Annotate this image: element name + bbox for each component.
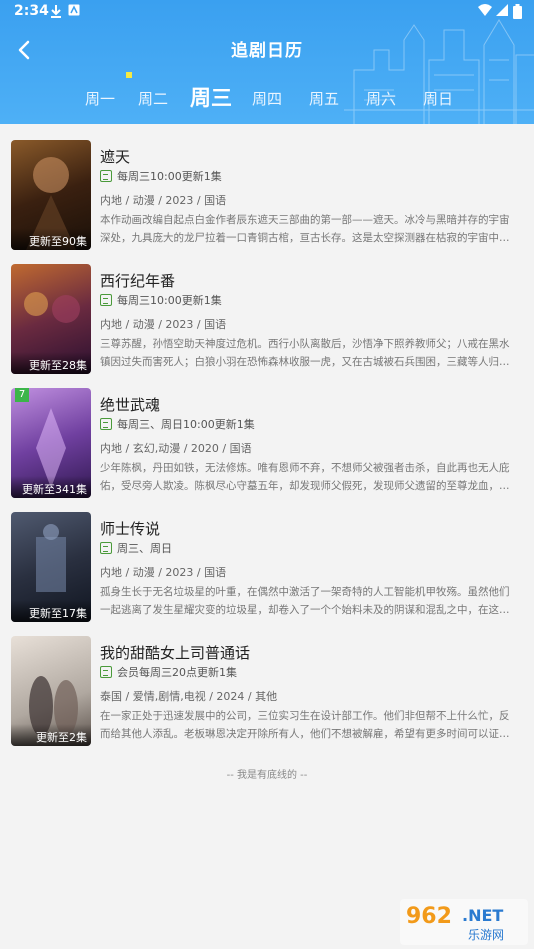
- calendar-icon: [100, 666, 112, 678]
- show-card[interactable]: 7 更新至341集 绝世武魂 每周三、周日10:00更新1集 内地 / 玄幻,动…: [0, 372, 534, 498]
- show-title: 遮天: [100, 148, 131, 166]
- svg-text:962: 962: [406, 904, 452, 929]
- tab-monday[interactable]: 周一: [78, 88, 122, 109]
- show-poster[interactable]: 更新至90集: [11, 140, 91, 250]
- show-title: 我的甜酷女上司普通话: [100, 644, 251, 662]
- show-card[interactable]: 更新至90集 遮天 每周三10:00更新1集 内地 / 动漫 / 2023 / …: [0, 124, 534, 250]
- svg-text:乐游网: 乐游网: [468, 928, 504, 942]
- show-meta: 内地 / 动漫 / 2023 / 国语: [100, 318, 227, 331]
- decoration-square: [126, 72, 132, 78]
- show-card[interactable]: 更新至2集 我的甜酷女上司普通话 会员每周三20点更新1集 泰国 / 爱情,剧情…: [0, 620, 534, 746]
- svg-text:.NET: .NET: [462, 906, 503, 925]
- show-title: 绝世武魂: [100, 396, 161, 414]
- show-card[interactable]: 更新至17集 师士传说 周三、周日 内地 / 动漫 / 2023 / 国语 孤身…: [0, 496, 534, 622]
- rank-badge: 7: [15, 388, 29, 402]
- tab-sunday[interactable]: 周日: [416, 88, 460, 109]
- show-description: 孤身生长于无名垃圾星的叶重，在偶然中激活了一架奇特的人工智能机甲牧殇。虽然他们一…: [100, 586, 510, 616]
- site-watermark-logo: 962 .NET 乐游网: [400, 899, 528, 945]
- show-description: 本作动画改编自起点白金作者辰东遮天三部曲的第一部——遮天。冰冷与黑暗并存的宇宙深…: [100, 214, 510, 244]
- show-poster[interactable]: 7 更新至341集: [11, 388, 91, 498]
- show-card[interactable]: 更新至28集 西行纪年番 每周三10:00更新1集 内地 / 动漫 / 2023…: [0, 248, 534, 374]
- show-description: 在一家正处于迅速发展中的公司，三位实习生在设计部工作。他们非但帮不上什么忙，反而…: [100, 710, 510, 740]
- schedule-text: 每周三、周日10:00更新1集: [117, 418, 255, 431]
- schedule-text: 每周三10:00更新1集: [117, 294, 222, 307]
- schedule-text: 每周三10:00更新1集: [117, 170, 222, 183]
- show-title: 西行纪年番: [100, 272, 176, 290]
- list-end-text: -- 我是有底线的 --: [226, 770, 308, 781]
- calendar-icon: [100, 418, 112, 430]
- status-bar: 2:34: [0, 0, 534, 24]
- show-description: 少年陈枫，丹田如铁，无法修炼。唯有恩师不弃，不想师父被强者击杀，自此再也无人庇佑…: [100, 462, 510, 492]
- tab-tuesday[interactable]: 周二: [131, 88, 175, 109]
- signal-icon: [496, 4, 508, 16]
- show-schedule: 每周三10:00更新1集: [100, 168, 222, 184]
- show-description: 三尊苏醒，孙悟空助天神度过危机。西行小队离散后，沙悟净下照养教师父；八戒在黑水镇…: [100, 338, 510, 368]
- calendar-icon: [100, 294, 112, 306]
- show-schedule: 每周三、周日10:00更新1集: [100, 416, 255, 432]
- poster-episode-badge: 更新至90集: [11, 228, 91, 250]
- tab-thursday[interactable]: 周四: [245, 88, 289, 109]
- tab-friday[interactable]: 周五: [302, 88, 346, 109]
- weekday-tabs: 周一 周二 周三 周四 周五 周六 周日: [0, 82, 534, 116]
- schedule-text: 周三、周日: [117, 542, 172, 555]
- show-poster[interactable]: 更新至17集: [11, 512, 91, 622]
- show-meta: 内地 / 动漫 / 2023 / 国语: [100, 566, 227, 579]
- page-title: 追剧日历: [231, 41, 303, 61]
- battery-icon: [513, 4, 522, 19]
- header-bar: 2:34 追剧日历 周一 周二 周三 周四 周五 周六 周日: [0, 0, 534, 124]
- show-schedule: 周三、周日: [100, 540, 172, 556]
- tab-wednesday[interactable]: 周三: [184, 82, 238, 112]
- tab-saturday[interactable]: 周六: [359, 88, 403, 109]
- show-schedule: 每周三10:00更新1集: [100, 292, 222, 308]
- poster-episode-badge: 更新至341集: [11, 476, 91, 498]
- show-meta: 泰国 / 爱情,剧情,电视 / 2024 / 其他: [100, 690, 278, 703]
- status-time: 2:34: [14, 3, 49, 19]
- poster-episode-badge: 更新至28集: [11, 352, 91, 374]
- show-meta: 内地 / 动漫 / 2023 / 国语: [100, 194, 227, 207]
- poster-episode-badge: 更新至17集: [11, 600, 91, 622]
- notification-icon: [68, 4, 80, 16]
- download-icon: [51, 5, 61, 18]
- show-poster[interactable]: 更新至2集: [11, 636, 91, 746]
- schedule-text: 会员每周三20点更新1集: [117, 666, 237, 679]
- show-poster[interactable]: 更新至28集: [11, 264, 91, 374]
- wifi-icon: [478, 4, 492, 16]
- show-schedule: 会员每周三20点更新1集: [100, 664, 237, 680]
- calendar-icon: [100, 542, 112, 554]
- calendar-icon: [100, 170, 112, 182]
- poster-episode-badge: 更新至2集: [11, 724, 91, 746]
- show-title: 师士传说: [100, 520, 161, 538]
- show-meta: 内地 / 玄幻,动漫 / 2020 / 国语: [100, 442, 252, 455]
